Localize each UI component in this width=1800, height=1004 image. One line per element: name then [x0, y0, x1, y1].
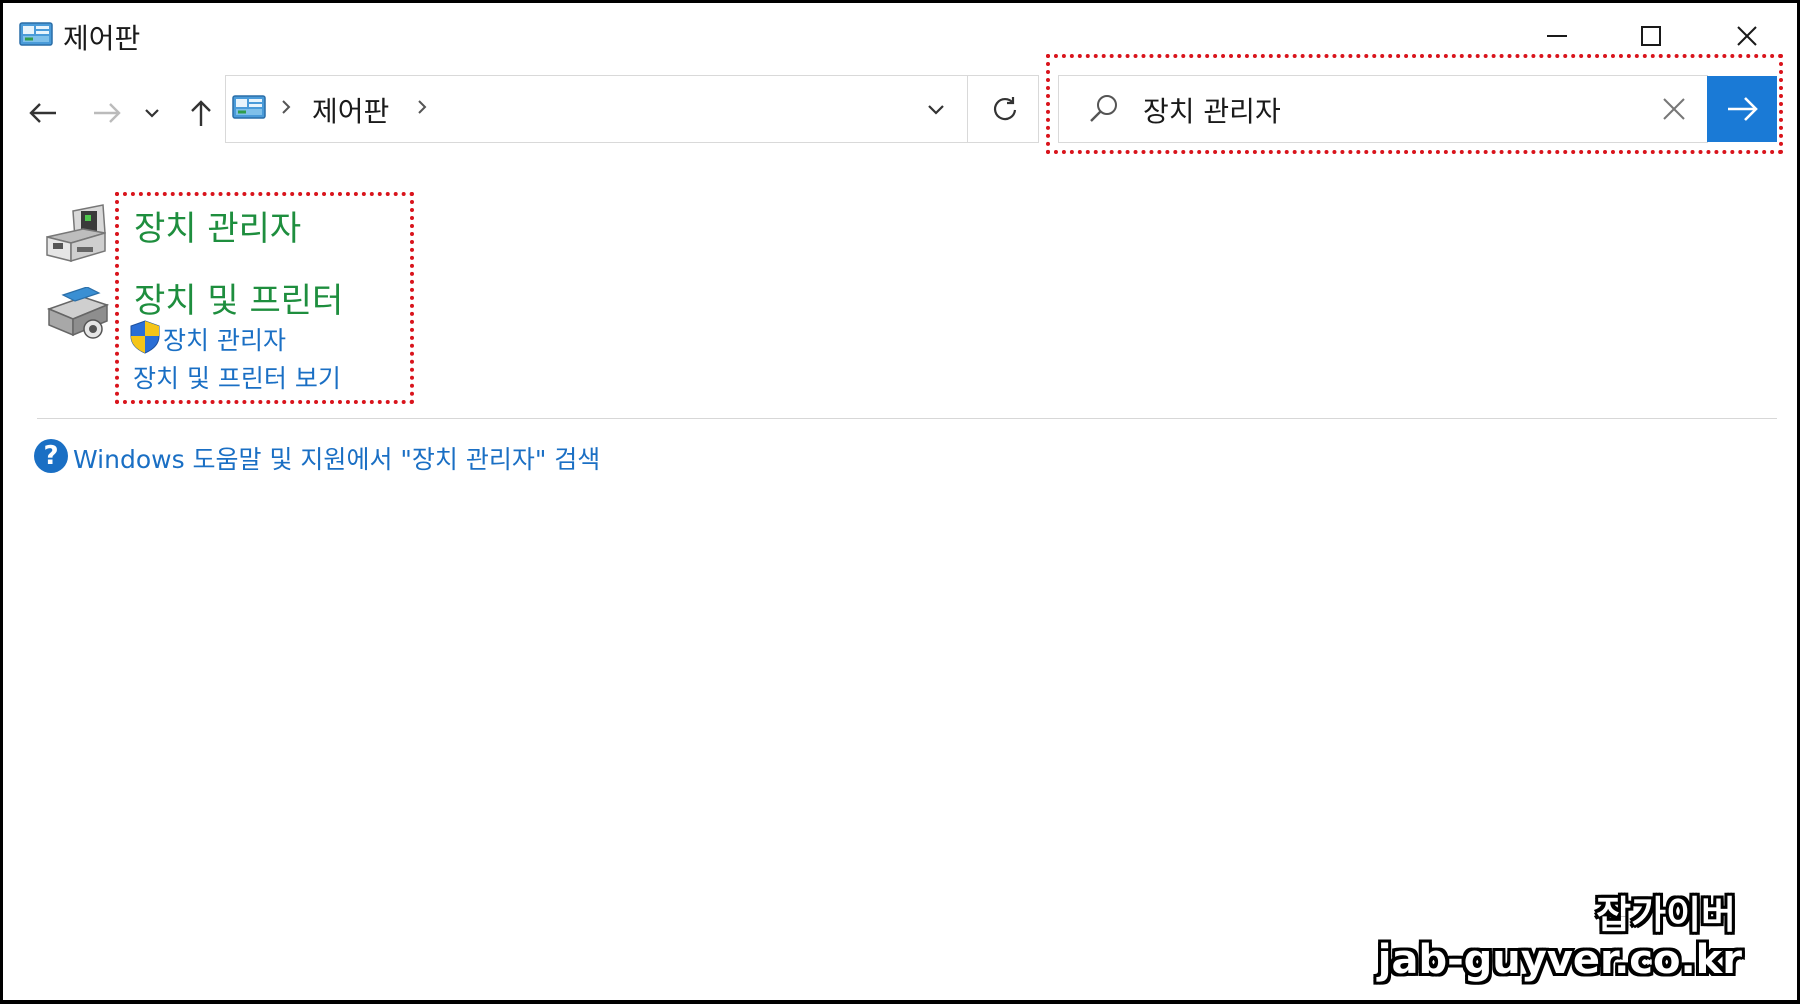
- devices-printers-icon[interactable]: [43, 287, 111, 343]
- search-go-button[interactable]: [1707, 76, 1777, 142]
- address-dropdown-button[interactable]: [916, 92, 956, 128]
- watermark: 잡가이버 jab-guyver.co.kr: [1378, 893, 1742, 983]
- help-icon: ?: [34, 439, 68, 473]
- minimize-button[interactable]: [1511, 9, 1603, 63]
- arrow-right-icon: [94, 103, 121, 123]
- close-icon: [1737, 26, 1757, 46]
- search-icon: [1090, 95, 1117, 122]
- maximize-icon: [1641, 26, 1661, 46]
- control-panel-window: 제어판 제어판 장치 관리자 장치 관리자 장치 및 프린터 장치 관리자 장치…: [3, 3, 1797, 1000]
- control-panel-icon: [19, 22, 53, 46]
- address-bar[interactable]: 제어판: [225, 75, 1039, 143]
- link-device-manager[interactable]: 장치 관리자: [163, 321, 286, 357]
- maximize-button[interactable]: [1605, 9, 1697, 63]
- forward-button[interactable]: [85, 91, 129, 135]
- chevron-right-icon[interactable]: [414, 92, 430, 122]
- control-panel-icon: [232, 95, 266, 119]
- up-button[interactable]: [179, 91, 223, 135]
- refresh-button[interactable]: [967, 75, 1041, 143]
- chevron-right-icon[interactable]: [278, 92, 294, 122]
- title-bar: 제어판: [3, 3, 1797, 63]
- result-device-manager-title[interactable]: 장치 관리자: [134, 201, 301, 250]
- device-manager-icon[interactable]: [43, 203, 111, 265]
- minimize-icon: [1547, 35, 1567, 37]
- window-title: 제어판: [63, 22, 141, 55]
- close-button[interactable]: [1701, 9, 1793, 63]
- watermark-url: jab-guyver.co.kr: [1377, 937, 1742, 983]
- divider: [37, 418, 1777, 419]
- help-search-link[interactable]: Windows 도움말 및 지원에서 "장치 관리자" 검색: [73, 440, 600, 476]
- arrow-right-icon: [1728, 97, 1758, 121]
- arrow-left-icon: [29, 103, 56, 123]
- search-value[interactable]: 장치 관리자: [1143, 90, 1281, 130]
- recent-locations-button[interactable]: [137, 91, 167, 135]
- clear-search-icon[interactable]: [1659, 94, 1689, 124]
- chevron-down-icon: [145, 109, 159, 118]
- link-view-devices-printers[interactable]: 장치 및 프린터 보기: [133, 359, 341, 395]
- search-input[interactable]: 장치 관리자: [1058, 75, 1708, 143]
- watermark-brand: 잡가이버: [1596, 893, 1736, 937]
- breadcrumb-control-panel[interactable]: 제어판: [312, 90, 389, 130]
- uac-shield-icon: [130, 320, 160, 354]
- chevron-down-icon: [928, 105, 944, 115]
- refresh-icon: [993, 97, 1016, 121]
- arrow-up-icon: [191, 100, 211, 126]
- back-button[interactable]: [21, 91, 65, 135]
- result-devices-printers-title[interactable]: 장치 및 프린터: [134, 273, 343, 322]
